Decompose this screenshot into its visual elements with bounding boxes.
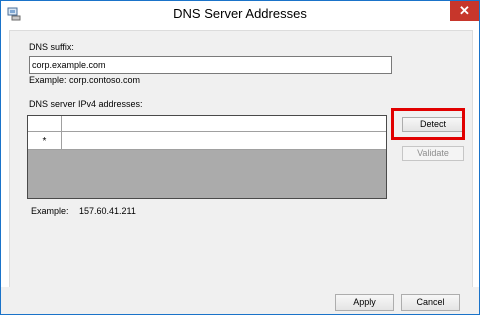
grid-cell[interactable]: [62, 116, 386, 131]
dns-server-grid[interactable]: *: [27, 115, 387, 199]
dns-suffix-label: DNS suffix:: [29, 42, 74, 52]
dns-server-addresses-dialog: DNS Server Addresses ✕ DNS suffix: Examp…: [0, 0, 480, 315]
dns-suffix-example: Example: corp.contoso.com: [29, 75, 141, 85]
close-button[interactable]: ✕: [450, 1, 479, 21]
grid-header-row: [28, 116, 386, 132]
grid-new-row: *: [28, 132, 386, 150]
close-icon: ✕: [459, 3, 470, 18]
dns-suffix-input[interactable]: [29, 56, 392, 74]
title-bar: DNS Server Addresses ✕: [1, 1, 479, 28]
dialog-content: DNS suffix: Example: corp.contoso.com DN…: [9, 30, 473, 288]
ip-example-value: 157.60.41.211: [79, 206, 136, 216]
row-header-cell[interactable]: [28, 116, 62, 131]
grid-new-row-cell[interactable]: [62, 132, 386, 147]
dns-servers-label: DNS server IPv4 addresses:: [29, 99, 143, 109]
apply-button[interactable]: Apply: [335, 294, 394, 311]
dialog-footer: Apply Cancel: [1, 287, 479, 314]
validate-button[interactable]: Validate: [402, 146, 464, 161]
detect-highlight-box: [391, 108, 465, 140]
ip-example-label: Example:: [31, 206, 69, 216]
window-title: DNS Server Addresses: [173, 6, 307, 21]
new-row-marker[interactable]: *: [28, 132, 62, 149]
cancel-button[interactable]: Cancel: [401, 294, 460, 311]
